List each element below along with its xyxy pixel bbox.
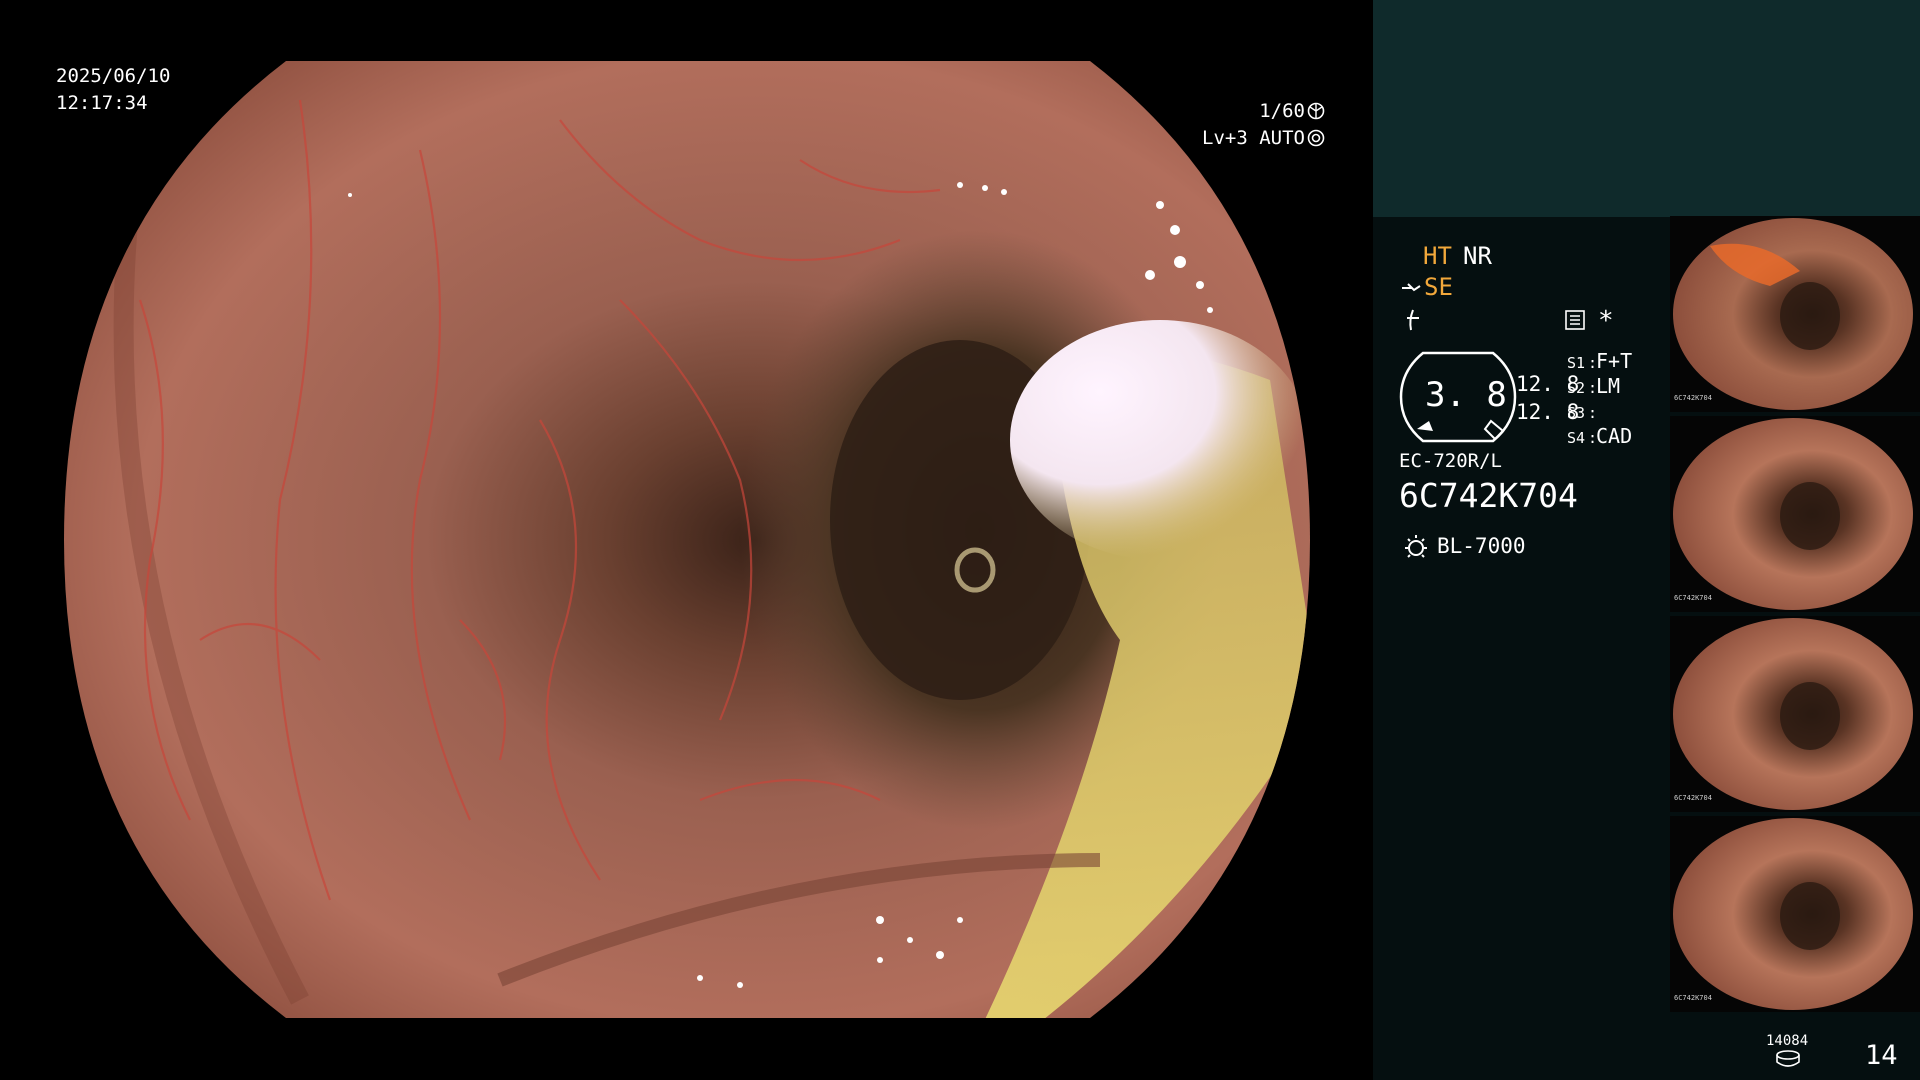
exposure-mode-text: AUTO [1259, 127, 1305, 149]
scope-angle-icon [1402, 283, 1421, 292]
panel-header-area [1373, 0, 1920, 217]
shutter-text: 1/60 [1259, 100, 1305, 122]
s2-key: S2 [1567, 379, 1586, 397]
capture-thumbnails: 6C742K704 6C742K704 6C742K704 6C742K704 [1670, 216, 1920, 1016]
capture-index: 14 [1865, 1040, 1898, 1071]
level-text: Lv+3 [1202, 127, 1248, 149]
iris-icon [1307, 129, 1325, 147]
scope-model: EC-720R/L [1399, 450, 1502, 472]
thumbnail-serial: 6C742K704 [1674, 594, 1712, 602]
shutter-icon [1307, 102, 1325, 120]
thumbnail-image [1673, 618, 1913, 810]
settings-list-icon [1565, 310, 1585, 330]
asterisk-icon: * [1598, 306, 1614, 336]
capture-thumbnail[interactable]: 6C742K704 [1670, 216, 1920, 412]
freeze-icon [1407, 309, 1419, 331]
thumbnail-image [1673, 418, 1913, 610]
thumbnail-serial: 6C742K704 [1674, 394, 1712, 402]
nr-label: NR [1463, 242, 1492, 270]
info-panel: HT NR SE * 3. 8 12. 8 12. 8 S1 : F+T S2 … [1373, 0, 1920, 1080]
image-count: 14084 [1766, 1033, 1809, 1049]
s3-key: S3 [1567, 404, 1586, 422]
datetime-readout: 2025/06/10 12:17:34 [56, 63, 170, 117]
capture-thumbnail[interactable]: 6C742K704 [1670, 416, 1920, 612]
s4-key: S4 [1567, 429, 1586, 447]
s1-value: F+T [1596, 349, 1633, 373]
scope-serial: 6C742K704 [1399, 476, 1578, 515]
thumbnail-image [1673, 818, 1913, 1010]
ht-label: HT [1423, 242, 1452, 270]
s4-value: CAD [1596, 424, 1633, 448]
time-text: 12:17:34 [56, 92, 148, 114]
endoscopic-image [64, 61, 1310, 1018]
capture-thumbnail[interactable]: 6C742K704 [1670, 616, 1920, 812]
se-label: SE [1424, 273, 1453, 301]
thumbnail-serial: 6C742K704 [1674, 794, 1712, 802]
storage-disk-icon [1776, 1050, 1800, 1067]
zoom-value: 3. 8 [1425, 375, 1507, 415]
exposure-readout: 1/60 Lv+3 AUTO [1202, 98, 1325, 152]
endoscope-view: 2025/06/10 12:17:34 1/60 Lv+3 AUTO [0, 0, 1373, 1080]
capture-thumbnail[interactable]: 6C742K704 [1670, 816, 1920, 1012]
light-source: BL-7000 [1437, 534, 1526, 558]
s2-value: LM [1596, 374, 1621, 398]
thumbnail-serial: 6C742K704 [1674, 994, 1712, 1002]
s1-key: S1 [1567, 354, 1586, 372]
lamp-icon [1405, 535, 1427, 558]
date-text: 2025/06/10 [56, 65, 171, 87]
thumbnail-image [1673, 218, 1913, 410]
